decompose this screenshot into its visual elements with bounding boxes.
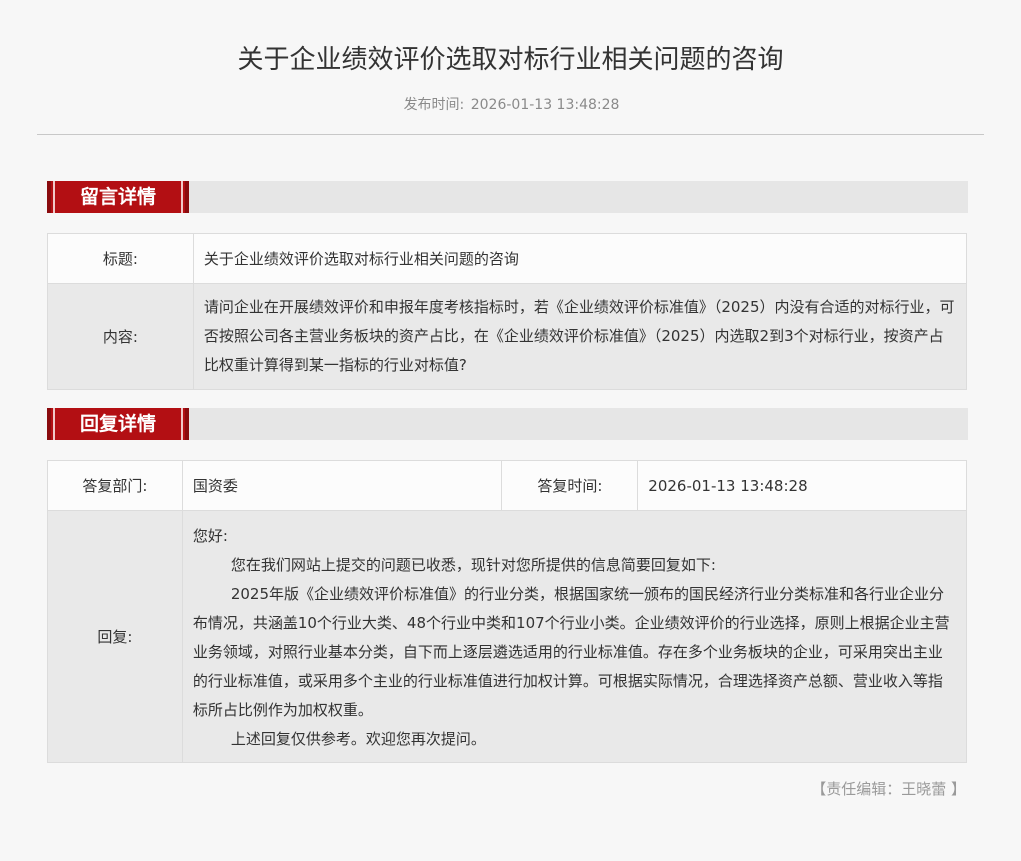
responsible-editor: 【责任编辑：王晓蕾 】 <box>811 780 966 798</box>
page-title: 关于企业绩效评价选取对标行业相关问题的咨询 <box>237 45 784 75</box>
reply-section-header: 回复详情 <box>47 408 968 440</box>
message-content-row: 内容: 请问企业在开展绩效评价和申报年度考核指标时，若《企业绩效评价标准值》（2… <box>47 283 968 390</box>
reply-content-row: 回复: 您好: 您在我们网站上提交的问题已收悉，现针对您所提供的信息简要回复如下… <box>47 510 968 763</box>
publish-time-label: 发布时间: <box>403 97 465 113</box>
message-section-header: 留言详情 <box>47 181 968 213</box>
message-title-row: 标题: 关于企业绩效评价选取对标行业相关问题的咨询 <box>47 233 968 284</box>
reply-table: 答复部门: 国资委 答复时间: 2026-01-13 13:48:28 回复: … <box>47 460 968 763</box>
message-section-heading: 留言详情 <box>47 181 189 213</box>
reply-time-value: 2026-01-13 13:48:28 <box>637 460 967 511</box>
message-table: 标题: 关于企业绩效评价选取对标行业相关问题的咨询 内容: 请问企业在开展绩效评… <box>47 233 968 390</box>
message-content-label: 内容: <box>47 283 194 390</box>
reply-label: 回复: <box>47 510 183 763</box>
publish-time: 发布时间: 2026-01-13 13:48:28 <box>0 94 1021 116</box>
reply-paragraph: 上述回复仅供参考。欢迎您再次提问。 <box>230 730 486 748</box>
reply-meta-row: 答复部门: 国资委 答复时间: 2026-01-13 13:48:28 <box>47 460 967 511</box>
publish-time-value: 2026-01-13 13:48:28 <box>470 97 620 113</box>
reply-time-label: 答复时间: <box>501 460 639 511</box>
reply-section-heading: 回复详情 <box>47 408 189 440</box>
title-divider <box>37 134 984 135</box>
message-title-value: 关于企业绩效评价选取对标行业相关问题的咨询 <box>192 233 968 284</box>
reply-dept-label: 答复部门: <box>47 460 183 511</box>
reply-content: 您好: 您在我们网站上提交的问题已收悉，现针对您所提供的信息简要回复如下: 20… <box>181 510 968 763</box>
reply-dept-value: 国资委 <box>181 460 503 511</box>
message-title-label: 标题: <box>47 233 194 284</box>
message-content-value: 请问企业在开展绩效评价和申报年度考核指标时，若《企业绩效评价标准值》（2025）… <box>192 283 968 390</box>
reply-paragraph: 2025年版《企业绩效评价标准值》的行业分类，根据国家统一颁布的国民经济行业分类… <box>192 585 950 719</box>
reply-paragraph: 您在我们网站上提交的问题已收悉，现针对您所提供的信息简要回复如下: <box>230 556 716 574</box>
reply-greeting: 您好: <box>192 527 228 545</box>
